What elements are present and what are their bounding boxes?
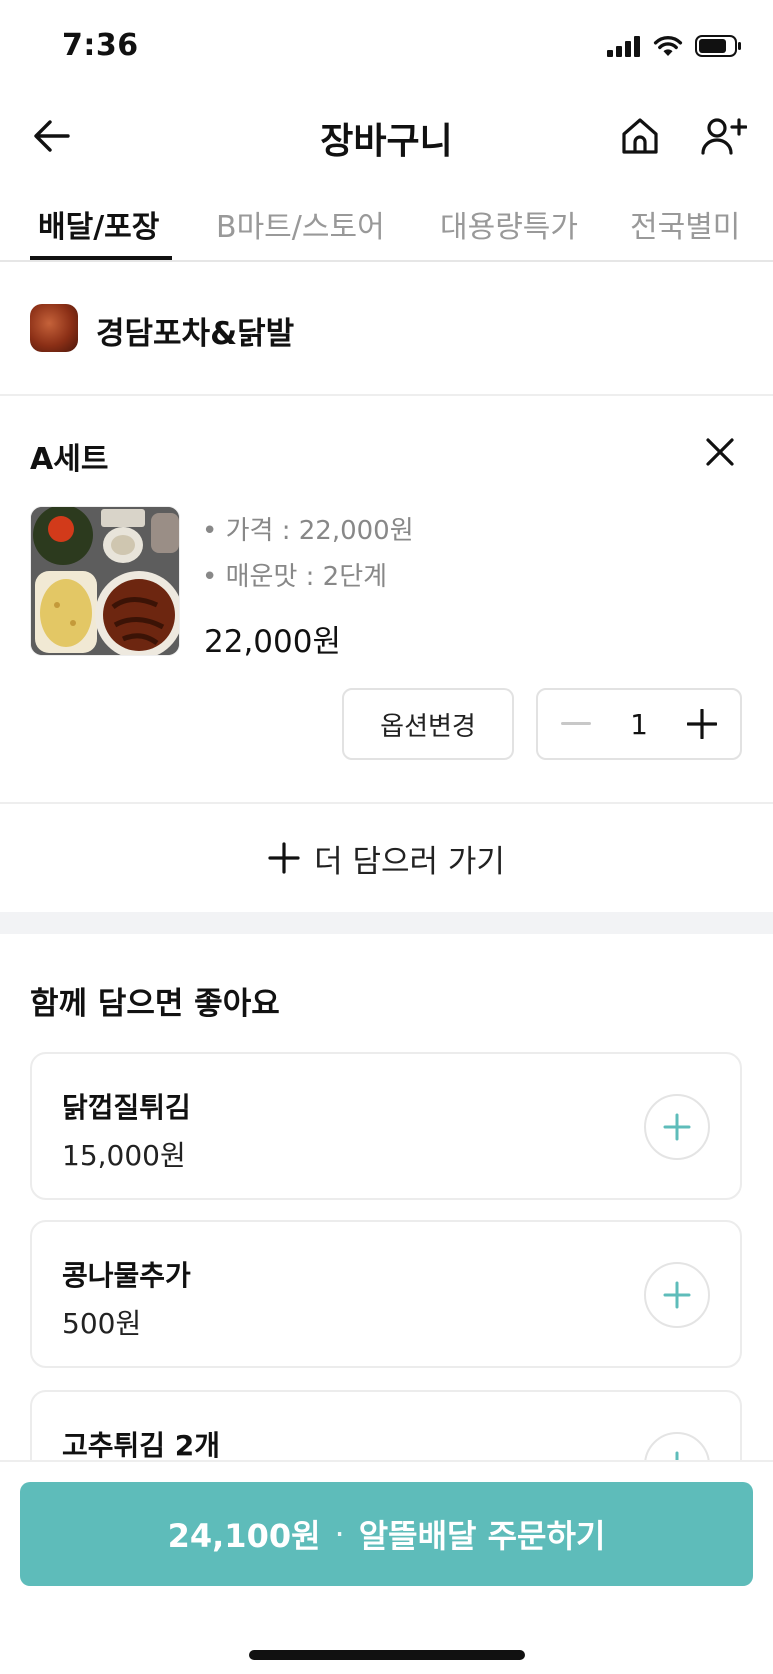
add-recommendation-button[interactable] (644, 1094, 710, 1160)
recommendation-card[interactable]: 콩나물추가 500원 (30, 1220, 742, 1368)
recommendations-title: 함께 담으면 좋아요 (30, 986, 280, 1022)
item-option-price: • 가격 : 22,000원 (202, 516, 414, 546)
home-button[interactable] (614, 110, 666, 162)
store-row[interactable]: 경담포차&닭발 (0, 262, 773, 396)
store-thumbnail (30, 304, 78, 352)
add-friend-button[interactable] (696, 110, 752, 162)
section-divider (0, 912, 773, 934)
cellular-signal-icon (607, 36, 640, 57)
add-more-label: 더 담으러 가기 (314, 843, 505, 880)
change-options-button[interactable]: 옵션변경 (342, 688, 514, 760)
bottom-bar: 24,100원 · 알뜰배달 주문하기 (0, 1460, 773, 1674)
order-total: 24,100원 (167, 1517, 321, 1555)
status-bar: 7:36 (0, 0, 773, 92)
recommendation-price: 15,000원 (62, 1139, 186, 1172)
store-name: 경담포차&닭발 (96, 316, 295, 352)
plus-icon (687, 709, 717, 739)
food-photo-illustration (31, 507, 179, 655)
header: 장바구니 (0, 92, 773, 178)
item-option-spice: • 매운맛 : 2단계 (202, 562, 388, 592)
add-person-icon (701, 118, 747, 155)
item-photo (30, 506, 180, 656)
status-icons (607, 34, 743, 58)
tab-bulk-deals[interactable]: 대용량특가 (440, 202, 578, 246)
quantity-stepper: 1 (536, 688, 742, 760)
increase-quantity-button[interactable] (682, 704, 722, 744)
plus-icon (663, 1113, 691, 1141)
add-recommendation-button[interactable] (644, 1262, 710, 1328)
recommendation-name: 고추튀김 2개 (62, 1429, 221, 1462)
battery-icon (695, 35, 741, 57)
close-icon (706, 438, 734, 466)
recommendation-card[interactable]: 닭껍질튀김 15,000원 (30, 1052, 742, 1200)
item-name: A세트 (30, 442, 109, 477)
status-time: 7:36 (62, 28, 139, 63)
remove-item-button[interactable] (700, 432, 740, 472)
home-indicator (249, 1650, 525, 1660)
tab-regional[interactable]: 전국별미 (630, 202, 740, 246)
tab-bmart[interactable]: B마트/스토어 (216, 202, 385, 246)
recommendation-price: 500원 (62, 1307, 142, 1340)
order-label: 알뜰배달 주문하기 (358, 1517, 606, 1555)
home-icon (622, 118, 658, 154)
plus-icon (268, 842, 300, 874)
category-tabs: 배달/포장 B마트/스토어 대용량특가 전국별미 (0, 190, 773, 262)
recommendation-name: 콩나물추가 (62, 1259, 191, 1292)
item-price: 22,000원 (204, 624, 341, 660)
order-separator: · (334, 1515, 345, 1553)
cart-screen: 7:36 장바구니 배달/포장 B마트/스토어 대용량특가 전국별미 경담포차&… (0, 0, 773, 1674)
add-more-button[interactable]: 더 담으러 가기 (0, 804, 773, 912)
tab-delivery[interactable]: 배달/포장 (38, 202, 159, 246)
active-tab-indicator (30, 256, 172, 260)
wifi-icon (653, 35, 683, 56)
recommendation-name: 닭껍질튀김 (62, 1091, 191, 1124)
plus-icon (663, 1281, 691, 1309)
cart-item: A세트 • 가격 : 22,000원 • 매운맛: 2단계 22,000원 옵… (0, 396, 773, 804)
order-button[interactable]: 24,100원 · 알뜰배달 주문하기 (20, 1482, 753, 1586)
